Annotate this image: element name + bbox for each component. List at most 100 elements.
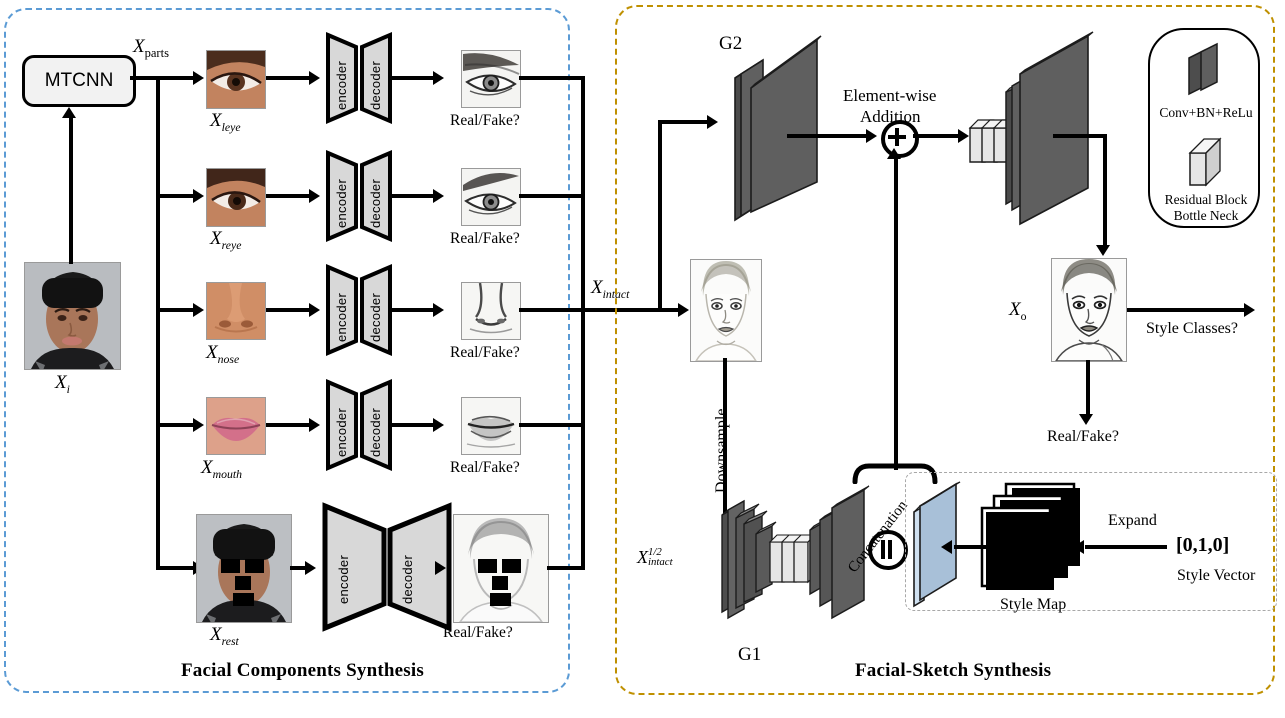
output-slab-out-line (1053, 134, 1107, 138)
nose-decoder-label: decoder (368, 292, 383, 342)
input-label: Xi (55, 372, 70, 396)
panel-right-title: Facial-Sketch Synthesis (855, 660, 1052, 681)
nose-discriminator-label: Real/Fake? (450, 344, 520, 361)
g2-to-add-head (866, 129, 877, 143)
rest-sketch-thumbnail (453, 514, 549, 623)
intact-to-g2-horizontal (658, 120, 710, 124)
output-slab-down-head (1096, 245, 1110, 256)
style-map-label: Style Map (1000, 596, 1067, 613)
arrow-to-reye-head (193, 189, 204, 203)
reye-encoder-label: encoder (334, 178, 349, 228)
merge-bus-vertical (581, 76, 585, 570)
leye-decoder-label: decoder (368, 60, 383, 110)
leye-to-encoder-head (309, 71, 320, 85)
reye-discriminator-label: Real/Fake? (450, 230, 520, 247)
leye-label: Xleye (210, 110, 241, 134)
intact-to-g2-vertical (658, 120, 662, 310)
x-intact-sketch-thumbnail (690, 259, 762, 362)
output-sketch-thumbnail (1051, 258, 1127, 362)
mouth-discriminator-label: Real/Fake? (450, 459, 520, 476)
rest-decoder-label: decoder (400, 554, 415, 604)
concat-to-add-vertical (894, 158, 898, 470)
merge-line-reye (519, 194, 585, 198)
mouth-encoder-label: encoder (334, 407, 349, 457)
legend-residual-caption-1: Residual Block (1164, 192, 1248, 207)
g2-conv-slab (727, 30, 827, 230)
nose-to-encoder-line (266, 308, 312, 312)
parts-branch-mouth (156, 423, 196, 427)
parts-branch-rest (156, 566, 196, 570)
reye-decoder-out-head (433, 189, 444, 203)
parts-branch-nose (156, 308, 196, 312)
legend-conv-caption: Conv+BN+ReLu (1159, 105, 1253, 120)
legend-conv-icon (1179, 40, 1231, 100)
arrow-to-nose-head (193, 303, 204, 317)
rest-to-encoder-head (305, 561, 316, 575)
mouth-sketch-thumbnail (461, 397, 521, 455)
nose-to-encoder-head (309, 303, 320, 317)
rest-encoder-label: encoder (336, 554, 351, 604)
rest-thumbnail (196, 514, 292, 623)
reye-sketch-thumbnail (461, 168, 521, 226)
nose-label: Xnose (206, 342, 240, 366)
mouth-decoder-out-line (392, 423, 436, 427)
reye-label: Xreye (210, 228, 242, 252)
style-classes-head (1244, 303, 1255, 317)
reye-decoder-out-line (392, 194, 436, 198)
x-output-label: Xo (1009, 299, 1027, 323)
output-realfake-line (1086, 360, 1090, 416)
parts-bus-vertical (156, 76, 160, 570)
mouth-thumbnail (206, 397, 266, 455)
arrow-input-to-mtcnn-head (62, 107, 76, 118)
elementwise-line1: Element-wise (843, 86, 937, 105)
leye-decoder-out-head (433, 71, 444, 85)
nose-sketch-thumbnail (461, 282, 521, 340)
reye-to-encoder-line (266, 194, 312, 198)
stylemap-to-slab-head (941, 540, 952, 554)
input-face-thumbnail (24, 262, 121, 370)
rest-label: Xrest (210, 624, 239, 648)
merge-line-leye (519, 76, 585, 80)
downsample-label: Downsample (713, 408, 730, 493)
rest-discriminator-label: Real/Fake? (443, 624, 513, 641)
style-classes-label: Style Classes? (1146, 320, 1238, 337)
x-parts-label: Xparts (133, 36, 169, 60)
rest-decoder-out-head (435, 561, 446, 575)
leye-discriminator-label: Real/Fake? (450, 112, 520, 129)
style-classes-line (1127, 308, 1247, 312)
style-vector-value: [0,1,0] (1176, 534, 1230, 556)
mouth-to-encoder-head (309, 418, 320, 432)
stylemap-to-slab-line (954, 545, 988, 549)
leye-sketch-thumbnail (461, 50, 521, 108)
mouth-to-encoder-line (266, 423, 312, 427)
nose-thumbnail (206, 282, 266, 340)
arrow-to-leye-head (193, 71, 204, 85)
reye-decoder-label: decoder (368, 178, 383, 228)
arrow-to-mouth-head (193, 418, 204, 432)
mtcnn-box[interactable]: MTCNN (22, 55, 136, 107)
output-conv-slab (1000, 28, 1100, 228)
style-feature-slab (910, 480, 966, 608)
intact-to-g2-head (707, 115, 718, 129)
output-realfake-label: Real/Fake? (1047, 428, 1119, 445)
expand-line (1085, 545, 1167, 549)
output-realfake-head (1079, 414, 1093, 425)
nose-decoder-out-head (433, 303, 444, 317)
leye-to-encoder-line (266, 76, 312, 80)
add-to-resblocks-line (913, 134, 963, 138)
mouth-label: Xmouth (201, 457, 243, 481)
style-vector-label: Style Vector (1177, 567, 1256, 584)
mouth-decoder-label: decoder (368, 407, 383, 457)
nose-encoder-label: encoder (334, 292, 349, 342)
legend-residual-caption-2: Bottle Neck (1173, 208, 1239, 223)
merge-line-mouth (519, 423, 585, 427)
g2-to-add-line (787, 134, 873, 138)
leye-decoder-out-line (392, 76, 436, 80)
merge-line-nose (519, 308, 585, 312)
x-intact-half-label: X 1/2 intact (637, 546, 673, 568)
parts-branch-reye (156, 194, 196, 198)
merge-line-rest (547, 566, 585, 570)
mtcnn-label: MTCNN (44, 70, 114, 91)
arrow-input-to-mtcnn (69, 118, 73, 264)
legend-residual-icon (1182, 135, 1230, 189)
